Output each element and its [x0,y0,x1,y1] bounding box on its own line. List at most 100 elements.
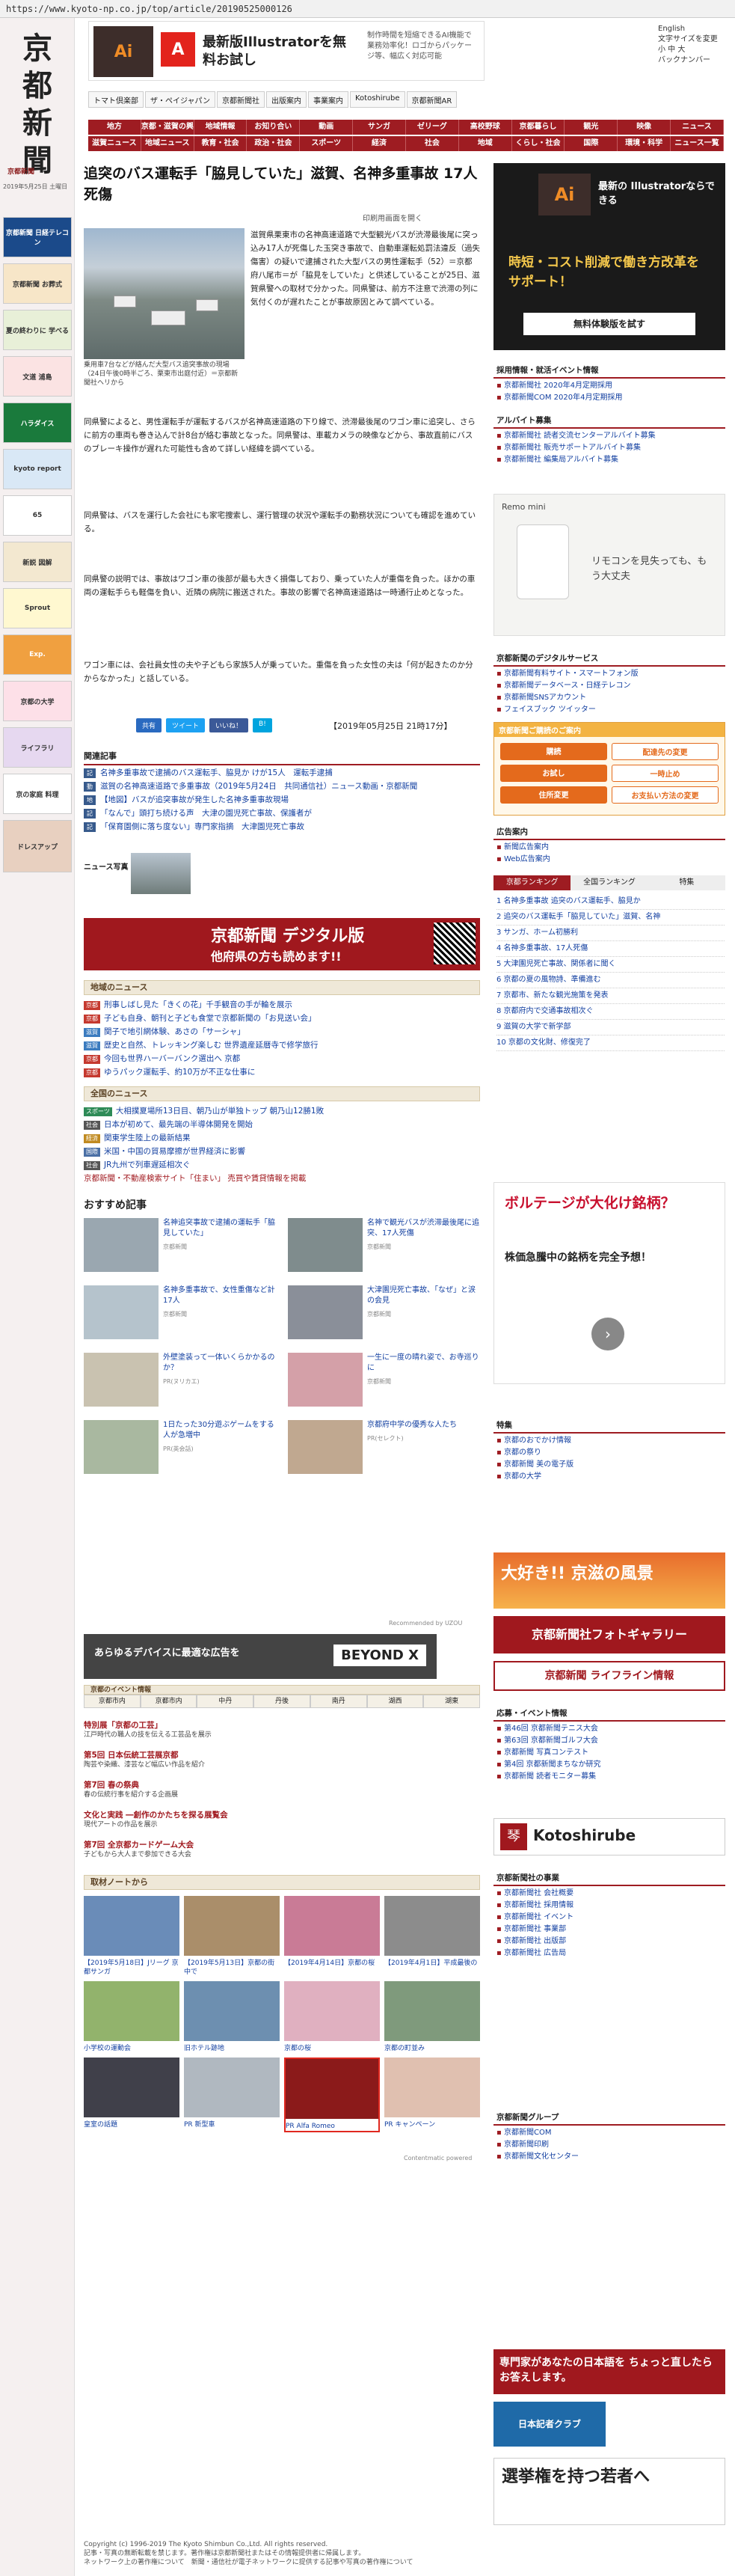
gallery-item[interactable]: 京都の桜 [284,1981,380,2053]
recommend-title[interactable]: 外壁塗装って一体いくらかかるのか？ [163,1353,275,1372]
news-item[interactable]: 京都 ゆうパック運転手、約10万が不正な仕事に [84,1065,480,1079]
related-link[interactable]: 【地図】バスが追突事故が発生した名神多重事故現場 [100,795,289,804]
footer-note[interactable]: ネットワーク上の著作権について 新聞・通信社が電子ネットワークに提供する記事や写… [84,2558,727,2567]
event-title[interactable]: 第7回 春の祭典 [84,1779,480,1790]
top-ad[interactable]: Ai A 最新版Illustratorを無料お試し 制作時間を短縮できるAI機能… [88,21,485,81]
events-tab[interactable]: 丹後 [253,1695,310,1708]
recommend-item[interactable]: 名神で観光バスが渋滞最後尾に追突、17人死傷 京都新聞 [288,1218,480,1276]
gallery-caption[interactable]: 皇室の話題 [84,2121,117,2129]
news-link[interactable]: 今回も世界ハーバーバンク選出へ 京都 [104,1054,240,1063]
recommend-title[interactable]: 名神追突事故で逮捕の運転手「脇見していた」 [163,1219,275,1237]
events2-link[interactable]: 第63回 京都新聞ゴルフ大会 [496,1735,725,1747]
toolbar-link[interactable]: 京都新聞AR [406,91,458,108]
gallery-item[interactable]: PR Alfa Romeo [284,2058,380,2132]
recommend-title[interactable]: 京都府中学の優秀な人たち [367,1421,457,1429]
news-item[interactable]: 社会 JR九州で列車遅延相次ぐ [84,1158,480,1172]
subscribe-button[interactable]: お試し [500,765,607,782]
news-link[interactable]: ゆうパック運転手、約10万が不正な仕事に [104,1068,255,1077]
gallery-caption[interactable]: 【2019年4月14日】京都の桜 [284,1959,375,1967]
lifeline-banner[interactable]: 京都新聞 ライフライン情報 [493,1661,725,1691]
events2-link[interactable]: 京都新聞 写真コンテスト [496,1747,725,1759]
feature-link[interactable]: 京都のおでかけ情報 [496,1435,725,1447]
related-item[interactable]: 動滋賀の名神高速道路で多重事故（2019年5月24日 共同通信社）ニュース動画・… [84,780,480,793]
nav-item[interactable]: サンガ [353,120,406,135]
events-tab[interactable]: 京都市内 [140,1695,197,1708]
gallery-caption[interactable]: PR キャンペーン [384,2121,435,2129]
related-item[interactable]: 記名神多重事故で逮捕のバス運転手、脇見か けが15人 運転手逮捕 [84,766,480,780]
company-link[interactable]: 京都新聞社 採用情報 [496,1900,725,1912]
nav-item[interactable]: お知り合い [247,120,301,135]
group-link[interactable]: 京都新聞印刷 [496,2139,725,2151]
gallery-caption[interactable]: 京都の桜 [284,2045,311,2052]
article-photo[interactable] [84,228,245,359]
ranking-item[interactable]: 2 追突のバス運転手「脇見していた」滋賀、名神 [496,910,725,926]
recommend-title[interactable]: 名神多重事故で、女性重傷など計17人 [163,1286,275,1305]
share-button[interactable]: 共有 [136,718,162,732]
events-tab[interactable]: 湖西 [366,1695,424,1708]
nav-item[interactable]: 地域情報 [194,120,247,135]
related-item[interactable]: 記「なんで」頭打ち続ける声 大津の園児死亡事故、保護者が [84,807,480,820]
gallery-item[interactable]: 小学校の運動会 [84,1981,179,2053]
left-banner[interactable]: 夏の終わりに 学べる [3,310,72,350]
nav-item[interactable]: 滋賀ニュース [88,136,141,151]
ranking-tab[interactable]: 全国ランキング [571,875,648,890]
news-link[interactable]: 米国・中国の貿易摩擦が世界経済に影響 [104,1147,245,1156]
recommend-title[interactable]: 大津園児死亡事故、「なぜ」と涙の会見 [367,1286,476,1305]
gallery-item[interactable]: 【2019年4月14日】京都の桜 [284,1896,380,1977]
gallery-item[interactable]: 京都の町並み [384,1981,480,2053]
company-link[interactable]: 京都新聞社 広告局 [496,1948,725,1959]
news-item[interactable]: 京都 今回も世界ハーバーバンク選出へ 京都 [84,1052,480,1065]
news-link[interactable]: 刑事しばし見た「きくの花」千手観音の手が輪を展示 [104,1000,292,1009]
nav-item[interactable]: 動画 [300,120,354,135]
left-banner[interactable]: Sprout [3,588,72,628]
ranking-tab[interactable]: 特集 [648,875,725,890]
gallery-caption[interactable]: 【2019年5月13日】京都の街中で [184,1959,274,1976]
news-link[interactable]: JR九州で列車遅延相次ぐ [104,1160,190,1169]
subscribe-button[interactable]: 配達先の変更 [612,743,719,760]
gallery-item[interactable]: 【2019年4月1日】平成最後の [384,1896,480,1977]
left-banner[interactable]: kyoto report [3,449,72,489]
related-item[interactable]: 記「保育園側に落ち度ない」専門家指摘 大津園児死亡事故 [84,820,480,833]
hatena-button[interactable]: B! [253,718,272,732]
news-link[interactable]: 大相撲夏場所13日目、朝乃山が単独トップ 朝乃山12勝1敗 [116,1107,324,1116]
recommend-item[interactable]: 一生に一度の晴れ姿で、お寺巡りに 京都新聞 [288,1353,480,1411]
remo-ad[interactable]: Remo mini リモコンを見失っても、もう大丈夫 [493,494,725,636]
ranking-item[interactable]: 4 名神多重事故、17人死傷 [496,941,725,957]
nav-item[interactable]: 地域 [459,136,512,151]
left-banner[interactable]: 65 [3,495,72,536]
right-ad-illustrator[interactable]: Ai 最新の Illustratorならできる 時短・コスト削減で働き方改革をサ… [493,163,725,350]
toolbar-link[interactable]: 出版案内 [266,91,307,108]
left-banner[interactable]: ハラダイス [3,403,72,443]
company-link[interactable]: 京都新聞社 イベント [496,1912,725,1924]
nav-item[interactable]: 社会 [406,136,459,151]
feature-link[interactable]: 京都の大学 [496,1471,725,1483]
ranking-item[interactable]: 3 サンガ、ホーム初勝利 [496,926,725,941]
news-item[interactable]: 京都 子ども自身、朝刊と子ども食堂で京都新聞の「お見送い会」 [84,1012,480,1025]
gallery-caption[interactable]: 【2019年4月1日】平成最後の [384,1959,477,1967]
related-link[interactable]: 滋賀の名神高速道路で多重事故（2019年5月24日 共同通信社）ニュース動画・京… [100,782,417,791]
toolbar-link[interactable]: トマト倶楽部 [88,91,144,108]
nav-item[interactable]: 高校野球 [459,120,512,135]
nav-item[interactable]: 政治・社会 [247,136,301,151]
photo-gallery-link[interactable]: 京都新聞社フォトギャラリー [493,1616,725,1653]
ranking-item[interactable]: 9 滋賀の大学で新学部 [496,1020,725,1035]
bottom-ad[interactable]: 選挙権を持つ若者へ [493,2458,725,2525]
english-link[interactable]: English [658,24,729,34]
nav-item[interactable]: 地域ニュース [141,136,194,151]
recommend-item[interactable]: 名神追突事故で逮捕の運転手「脇見していた」 京都新聞 [84,1218,276,1276]
site-logo[interactable]: 京 都 新 聞 [16,30,58,180]
recommend-item[interactable]: 外壁塗装って一体いくらかかるのか？ PR(ヌリカエ) [84,1353,276,1411]
font-size-switch[interactable]: 小 中 大 [658,45,729,55]
beyond-ad[interactable]: あらゆるデバイスに最適な広告を BEYOND X [84,1634,437,1679]
nav-item[interactable]: 映像 [618,120,671,135]
digital-edition-banner[interactable]: 京都新聞 デジタル版 他府県の方も読めます!! [84,918,480,970]
company-link[interactable]: 京都新聞社 事業部 [496,1924,725,1936]
nav-item[interactable]: 教育・社会 [194,136,247,151]
next-arrow-icon[interactable]: › [591,1318,624,1350]
related-link[interactable]: 名神多重事故で逮捕のバス運転手、脇見か けが15人 運転手逮捕 [100,768,333,777]
news-item[interactable]: 滋賀 歴史と自然、トレッキング楽しむ 世界遺産延暦寺で修学旅行 [84,1038,480,1052]
news-photo-thumb[interactable] [131,853,191,894]
gallery-caption[interactable]: 小学校の運動会 [84,2045,131,2052]
news-item[interactable]: 国際 米国・中国の貿易摩擦が世界経済に影響 [84,1145,480,1158]
left-banner[interactable]: ドレスアップ [3,820,72,872]
